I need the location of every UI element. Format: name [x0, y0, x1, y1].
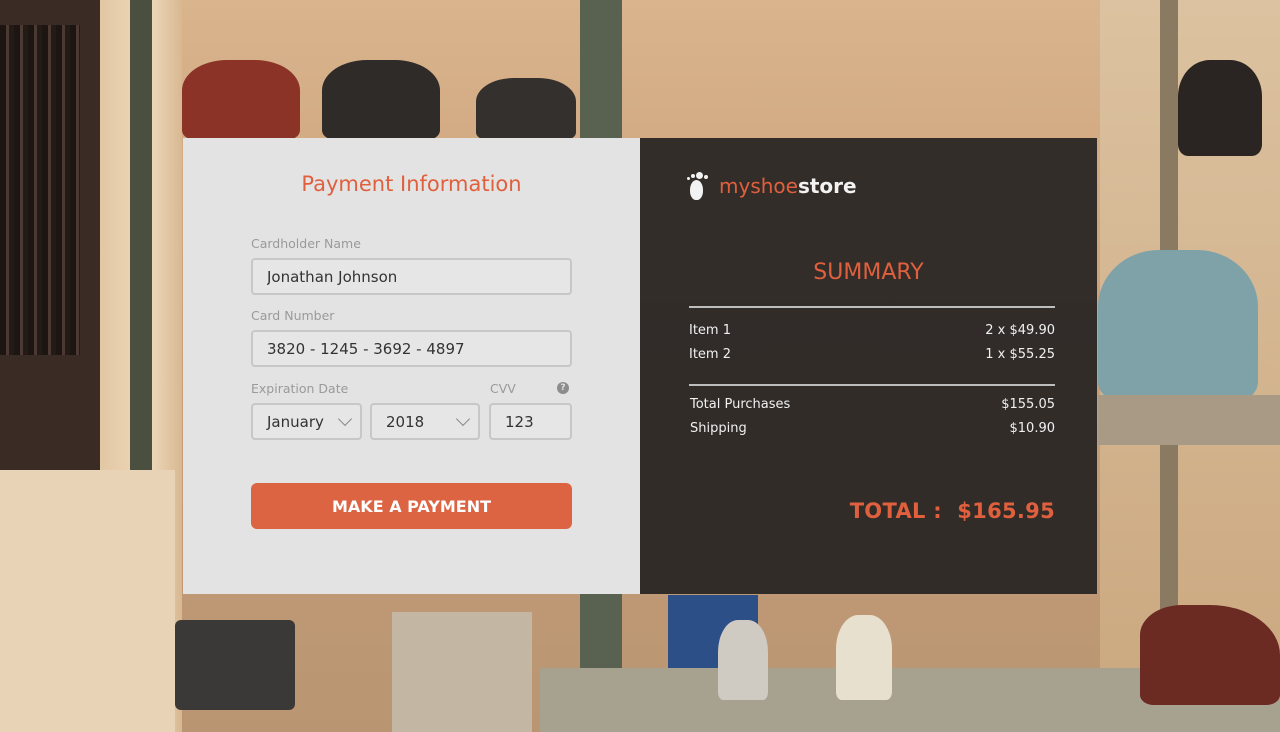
- item-name: Item 1: [689, 323, 731, 338]
- card-number-label: Card Number: [251, 308, 335, 323]
- payment-panel: Payment Information Cardholder Name Card…: [183, 138, 640, 594]
- background-shoe: [1140, 605, 1280, 705]
- payment-title: Payment Information: [301, 172, 522, 196]
- brand-logo: myshoe store: [687, 172, 857, 200]
- total-purchases-row: Total Purchases $155.05: [690, 397, 1055, 412]
- cvv-input[interactable]: [505, 412, 570, 431]
- card-number-input[interactable]: [267, 339, 570, 358]
- shipping-row: Shipping $10.90: [690, 421, 1055, 436]
- background-handbag: [476, 78, 576, 140]
- summary-item-row: Item 1 2 x $49.90: [689, 323, 1055, 338]
- summary-item-row: Item 2 1 x $55.25: [689, 347, 1055, 362]
- expiration-month-select[interactable]: January: [251, 403, 362, 440]
- grand-total-value: $165.95: [957, 499, 1055, 523]
- background-handbag: [1178, 60, 1262, 156]
- help-icon[interactable]: ?: [557, 382, 569, 394]
- make-payment-button[interactable]: MAKE A PAYMENT: [251, 483, 572, 529]
- background-handbag: [322, 60, 440, 140]
- brand-name-part1: myshoe: [719, 174, 798, 198]
- background-handbag: [182, 60, 300, 140]
- item-qty-price: 1 x $55.25: [985, 347, 1055, 362]
- cardholder-label: Cardholder Name: [251, 236, 361, 251]
- cardholder-name-field[interactable]: [251, 258, 572, 295]
- background-shelf: [1098, 395, 1280, 445]
- shipping-label: Shipping: [690, 421, 747, 436]
- background-curtain: [0, 25, 80, 355]
- cardholder-name-input[interactable]: [267, 267, 570, 286]
- grand-total-label: TOTAL :: [849, 499, 943, 523]
- chevron-down-icon: [337, 411, 353, 426]
- summary-divider: [689, 306, 1055, 308]
- shipping-value: $10.90: [1009, 421, 1056, 436]
- grand-total: TOTAL : $165.95: [850, 499, 1055, 523]
- background-shoe: [836, 615, 892, 700]
- cvv-label: CVV: [490, 381, 516, 396]
- background-display-box: [392, 612, 532, 732]
- chevron-down-icon: [455, 411, 471, 426]
- summary-panel: myshoe store SUMMARY Item 1 2 x $49.90 It…: [640, 138, 1097, 594]
- expiration-month-value: January: [267, 412, 324, 431]
- footprint-icon: [687, 172, 709, 200]
- item-qty-price: 2 x $49.90: [985, 323, 1055, 338]
- cvv-field[interactable]: [489, 403, 572, 440]
- summary-title: SUMMARY: [813, 260, 924, 285]
- summary-divider: [689, 384, 1055, 386]
- expiration-year-value: 2018: [386, 412, 425, 431]
- expiration-date-label: Expiration Date: [251, 381, 349, 396]
- brand-name-part2: store: [797, 174, 857, 198]
- background-counter: [0, 470, 175, 732]
- background-ottoman: [175, 620, 295, 710]
- background-handbag: [1098, 250, 1258, 400]
- background-shoe: [718, 620, 768, 700]
- total-purchases-label: Total Purchases: [690, 397, 791, 412]
- checkout-card: Payment Information Cardholder Name Card…: [183, 138, 1097, 594]
- item-name: Item 2: [689, 347, 731, 362]
- card-number-field[interactable]: [251, 330, 572, 367]
- expiration-year-select[interactable]: 2018: [370, 403, 480, 440]
- total-purchases-value: $155.05: [1001, 397, 1055, 412]
